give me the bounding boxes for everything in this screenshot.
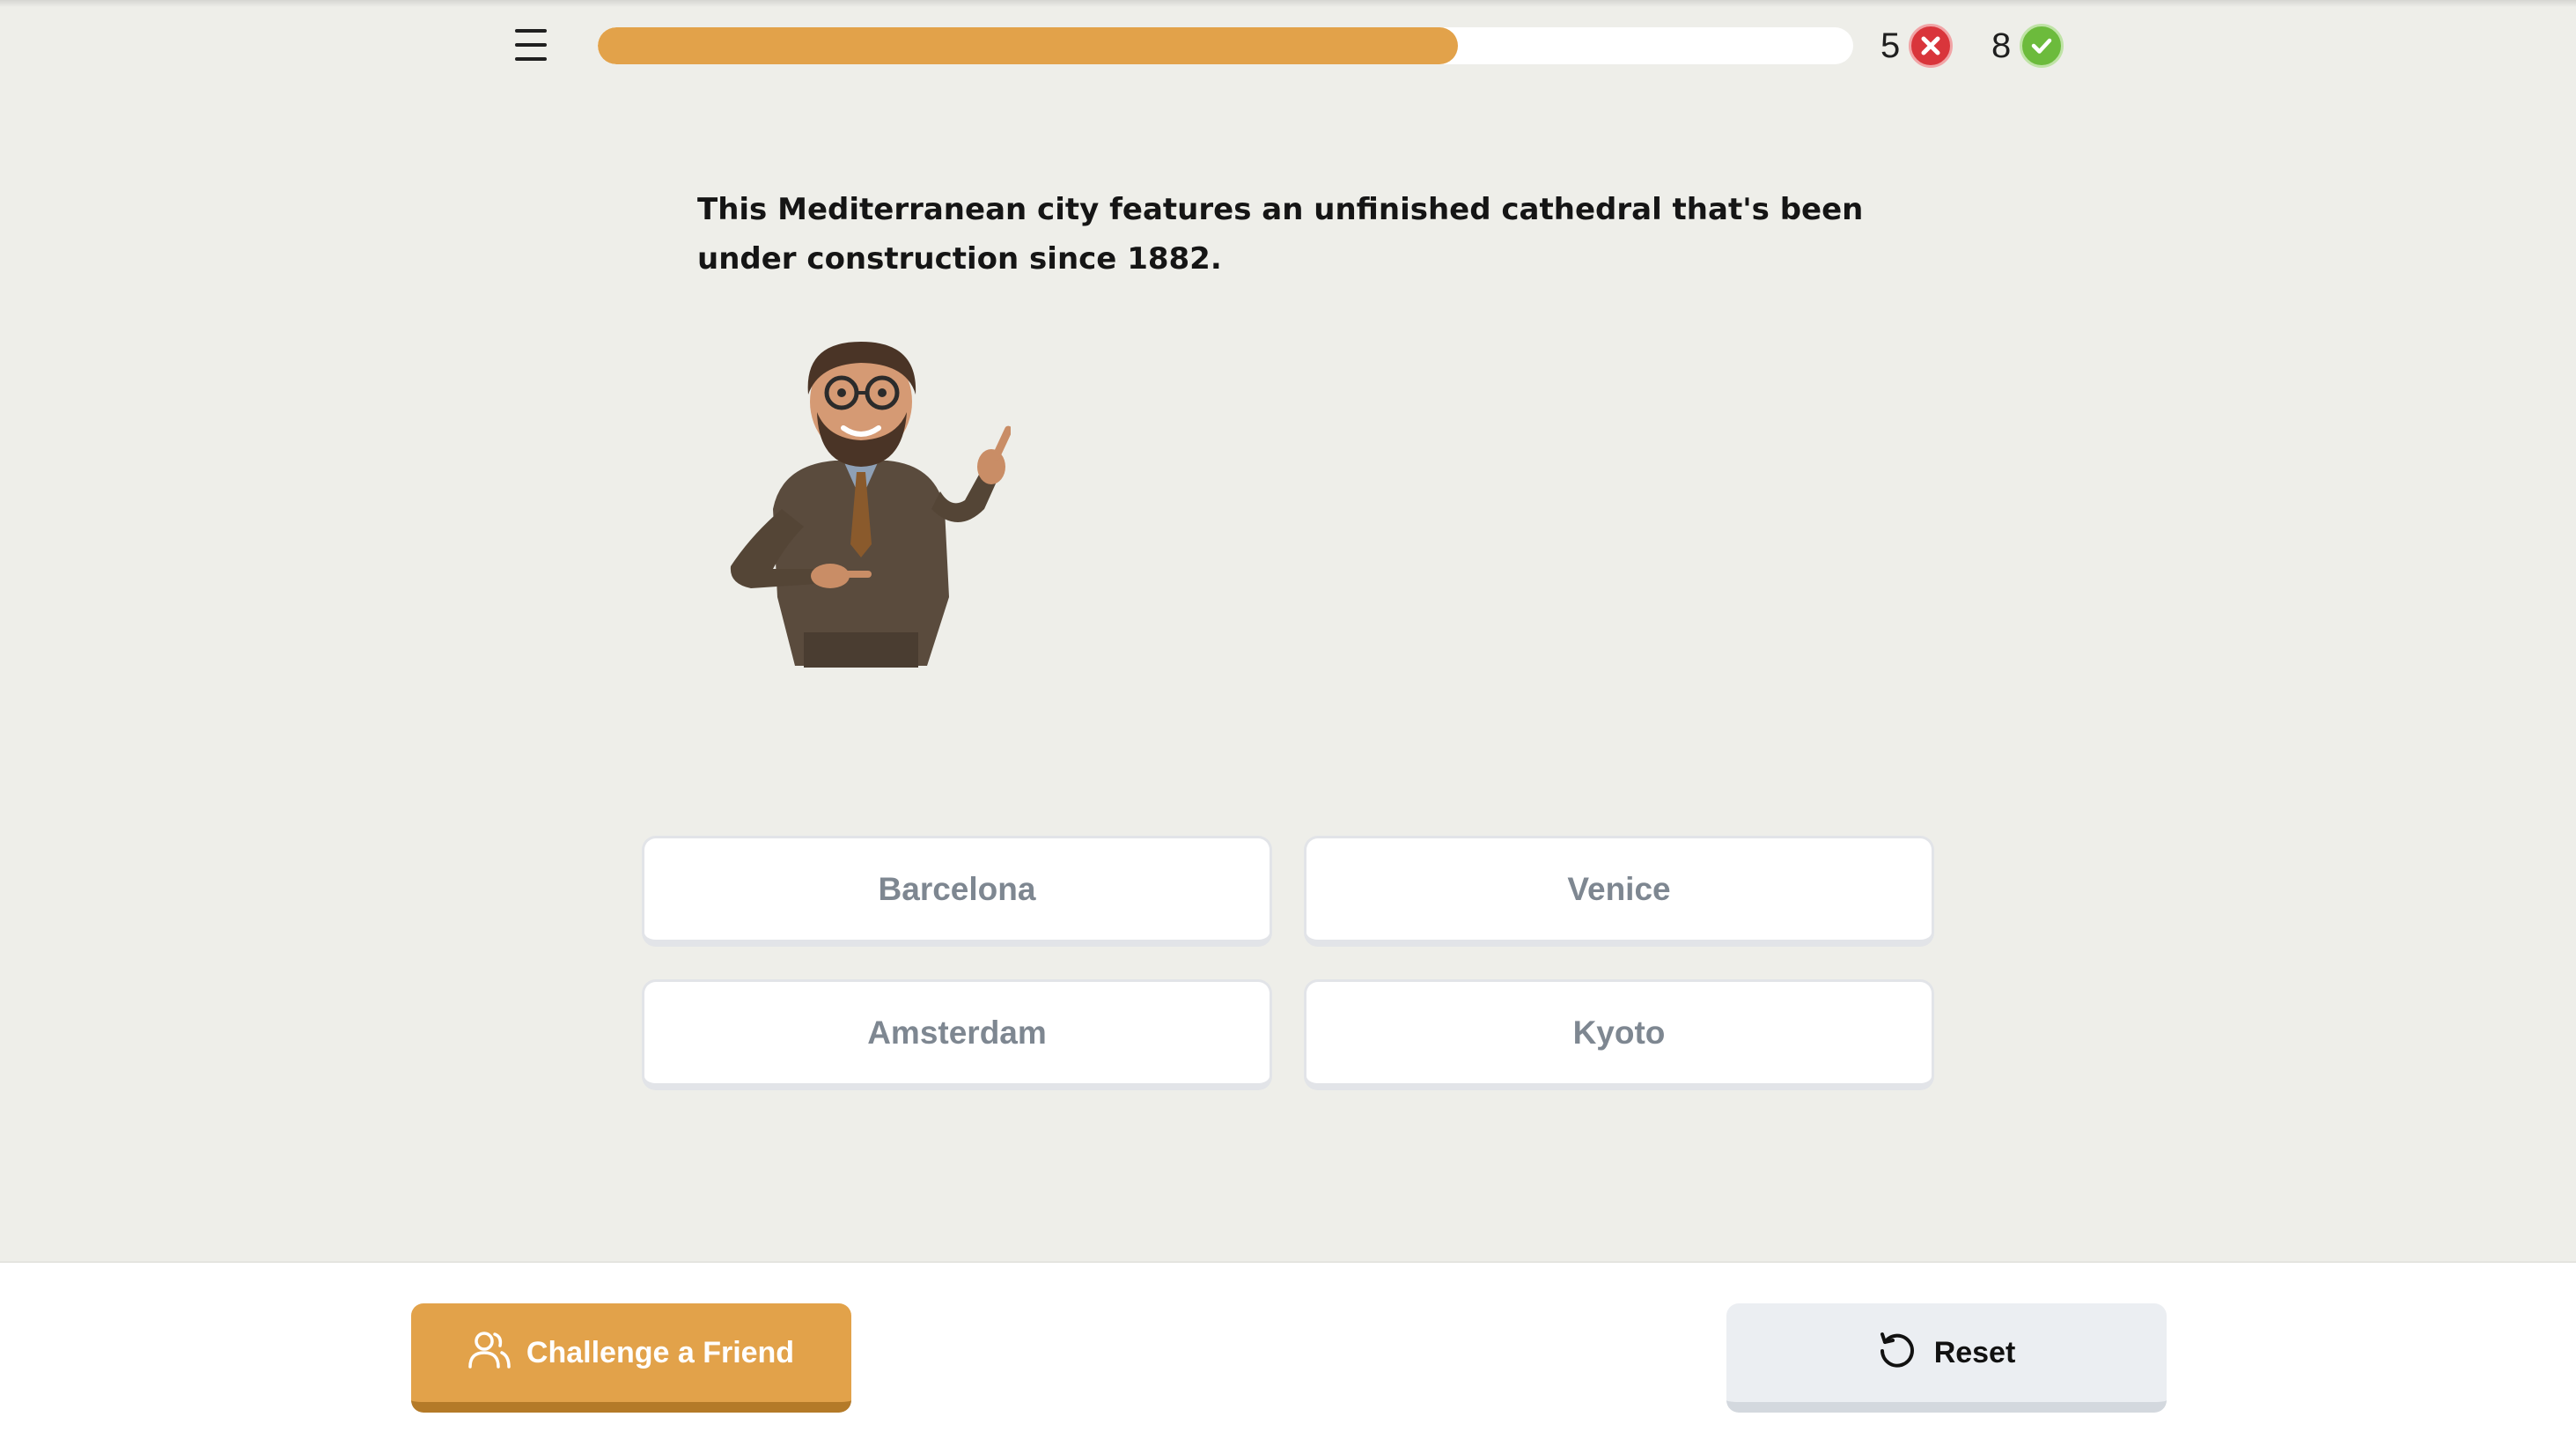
x-circle-icon xyxy=(1909,24,1954,68)
wrong-answers-counter: 5 xyxy=(1880,21,1954,70)
reset-label: Reset xyxy=(1933,1335,2016,1369)
hamburger-menu-icon[interactable] xyxy=(515,29,556,61)
footer-bar xyxy=(0,1261,2576,1439)
challenge-friend-button[interactable]: Challenge a Friend xyxy=(411,1303,851,1413)
teacher-mascot-illustration xyxy=(720,333,1013,668)
correct-answers-counter: 8 xyxy=(1991,21,2064,70)
wrong-count: 5 xyxy=(1880,26,1901,65)
users-icon xyxy=(468,1330,511,1376)
answer-option-3[interactable]: Amsterdam xyxy=(642,979,1272,1090)
challenge-friend-label: Challenge a Friend xyxy=(526,1335,795,1369)
top-edge-shadow xyxy=(0,0,2576,7)
answer-option-2[interactable]: Venice xyxy=(1304,836,1934,947)
progress-bar-fill xyxy=(598,27,1458,64)
question-text: This Mediterranean city features an unfi… xyxy=(697,192,1864,277)
check-circle-icon xyxy=(2020,24,2064,68)
rotate-ccw-icon xyxy=(1878,1330,1917,1376)
answer-option-4[interactable]: Kyoto xyxy=(1304,979,1934,1090)
correct-count: 8 xyxy=(1991,26,2012,65)
quiz-progress-bar xyxy=(598,27,1853,64)
answer-option-1[interactable]: Barcelona xyxy=(642,836,1272,947)
reset-button[interactable]: Reset xyxy=(1726,1303,2167,1413)
